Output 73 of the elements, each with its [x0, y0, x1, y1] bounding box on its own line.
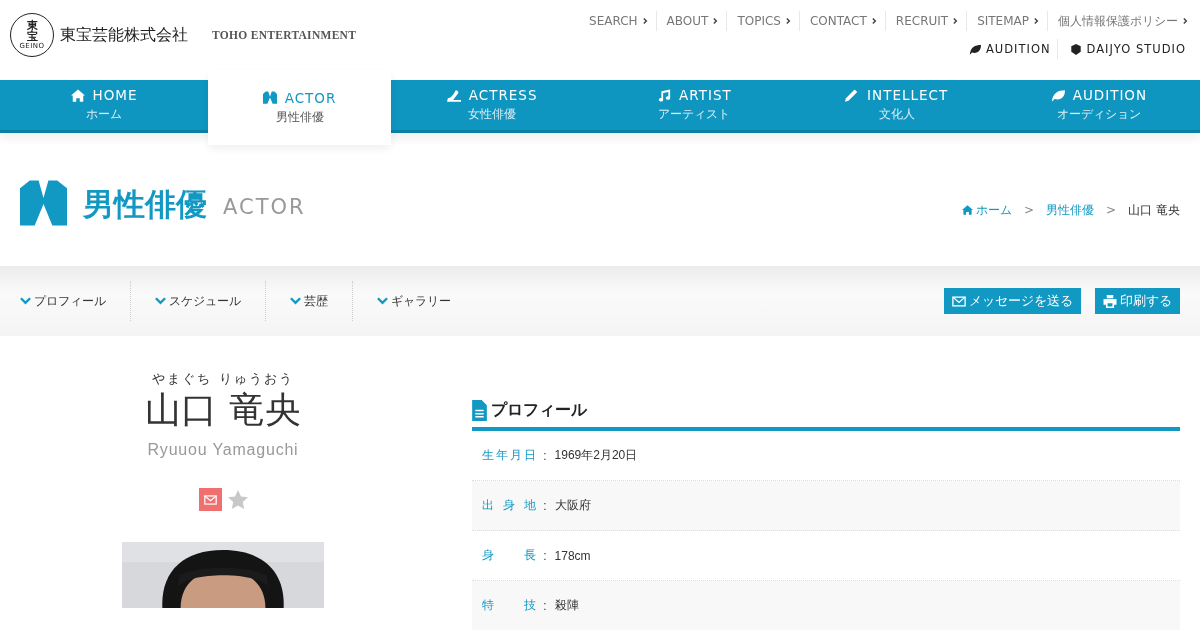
profile-value: 殺陣	[554, 597, 579, 614]
chevron-right-icon	[953, 17, 959, 25]
delimiter: :	[543, 548, 547, 563]
section-link[interactable]: 芸歴	[265, 281, 352, 321]
printer-icon	[1103, 294, 1117, 308]
breadcrumb-link[interactable]: ホーム	[962, 201, 1013, 219]
breadcrumb-separator: >	[1024, 203, 1035, 217]
person-name-romaji: Ryuuou Yamaguchi	[147, 441, 299, 459]
chevron-right-icon	[871, 17, 877, 25]
profile-label: 出身地	[482, 497, 538, 514]
cube-icon	[1069, 43, 1082, 55]
chevron-down-icon	[377, 297, 388, 305]
delimiter: :	[543, 448, 547, 463]
person-name: 山口 竜央	[145, 388, 301, 432]
nav-tab[interactable]: HOME ホーム	[0, 80, 208, 130]
chevron-right-icon	[1034, 17, 1039, 25]
mail-icon	[203, 494, 217, 505]
header-link[interactable]: AUDITION	[956, 39, 1057, 59]
name-reading: やまぐち りゅうおう	[152, 370, 294, 388]
mail-button[interactable]	[198, 488, 222, 511]
chevron-down-icon	[20, 297, 31, 305]
profile-label: 生年月日	[482, 447, 538, 464]
leaf-icon	[968, 43, 981, 55]
profile-value: 1969年2月20日	[554, 447, 638, 464]
section-heading: プロフィール	[491, 400, 587, 421]
company-english-name: TOHO ENTERTAINMENT	[212, 29, 357, 41]
leaf-icon	[1050, 88, 1065, 102]
breadcrumb-current: 山口 竜央	[1128, 201, 1180, 219]
document-icon	[472, 400, 487, 421]
page-title: 男性俳優	[83, 185, 207, 224]
mail-icon	[952, 294, 966, 308]
page-subtitle: ACTOR	[223, 195, 306, 219]
nav-tab[interactable]: INTELLECT 文化人	[795, 80, 998, 130]
profile-value: 178cm	[554, 548, 591, 563]
chevron-right-icon	[642, 17, 648, 25]
home-icon	[70, 88, 85, 102]
nav-tab[interactable]: ACTOR 男性俳優	[208, 70, 391, 145]
chevron-right-icon	[713, 17, 719, 25]
profile-label: 特技	[482, 597, 538, 614]
header-link[interactable]: SEARCH	[579, 11, 656, 31]
section-link[interactable]: プロフィール	[20, 281, 130, 321]
chevron-down-icon	[155, 297, 166, 305]
header-link[interactable]: TOPICS	[726, 11, 799, 31]
music-note-icon	[657, 88, 672, 102]
profile-value: 大阪府	[554, 497, 591, 514]
section-link[interactable]: ギャラリー	[352, 281, 475, 321]
chevron-right-icon	[1183, 17, 1188, 25]
header-link[interactable]: CONTACT	[798, 11, 885, 31]
company-name: 東宝芸能株式会社	[60, 24, 188, 46]
nav-tab[interactable]: ACTRESS 女性俳優	[391, 80, 594, 130]
header-link[interactable]: DAIJYO STUDIO	[1056, 39, 1192, 59]
action-button[interactable]: 印刷する	[1095, 288, 1180, 314]
header-link[interactable]: 個人情報保護ポリシー	[1047, 11, 1192, 31]
pencil-icon	[845, 88, 860, 102]
section-link[interactable]: スケジュール	[130, 281, 265, 321]
high-heel-icon	[446, 88, 461, 102]
profile-label: 身長	[482, 547, 538, 564]
breadcrumb-link[interactable]: 男性俳優	[1046, 201, 1095, 219]
jacket-icon	[20, 180, 67, 226]
nav-tab[interactable]: ARTIST アーティスト	[593, 80, 796, 130]
chevron-right-icon	[785, 17, 791, 25]
home-icon	[962, 205, 974, 215]
header-link[interactable]: ABOUT	[655, 11, 727, 31]
jacket-icon	[262, 91, 277, 104]
chevron-down-icon	[290, 297, 301, 305]
breadcrumb-separator: >	[1106, 203, 1117, 217]
header-link[interactable]: RECRUIT	[884, 11, 967, 31]
header-link[interactable]: SITEMAP	[966, 11, 1047, 31]
favorite-star-icon[interactable]	[227, 490, 248, 509]
delimiter: :	[543, 598, 547, 613]
action-button[interactable]: メッセージを送る	[944, 288, 1081, 314]
delimiter: :	[543, 498, 547, 513]
nav-tab[interactable]: AUDITION オーディション	[997, 80, 1200, 130]
